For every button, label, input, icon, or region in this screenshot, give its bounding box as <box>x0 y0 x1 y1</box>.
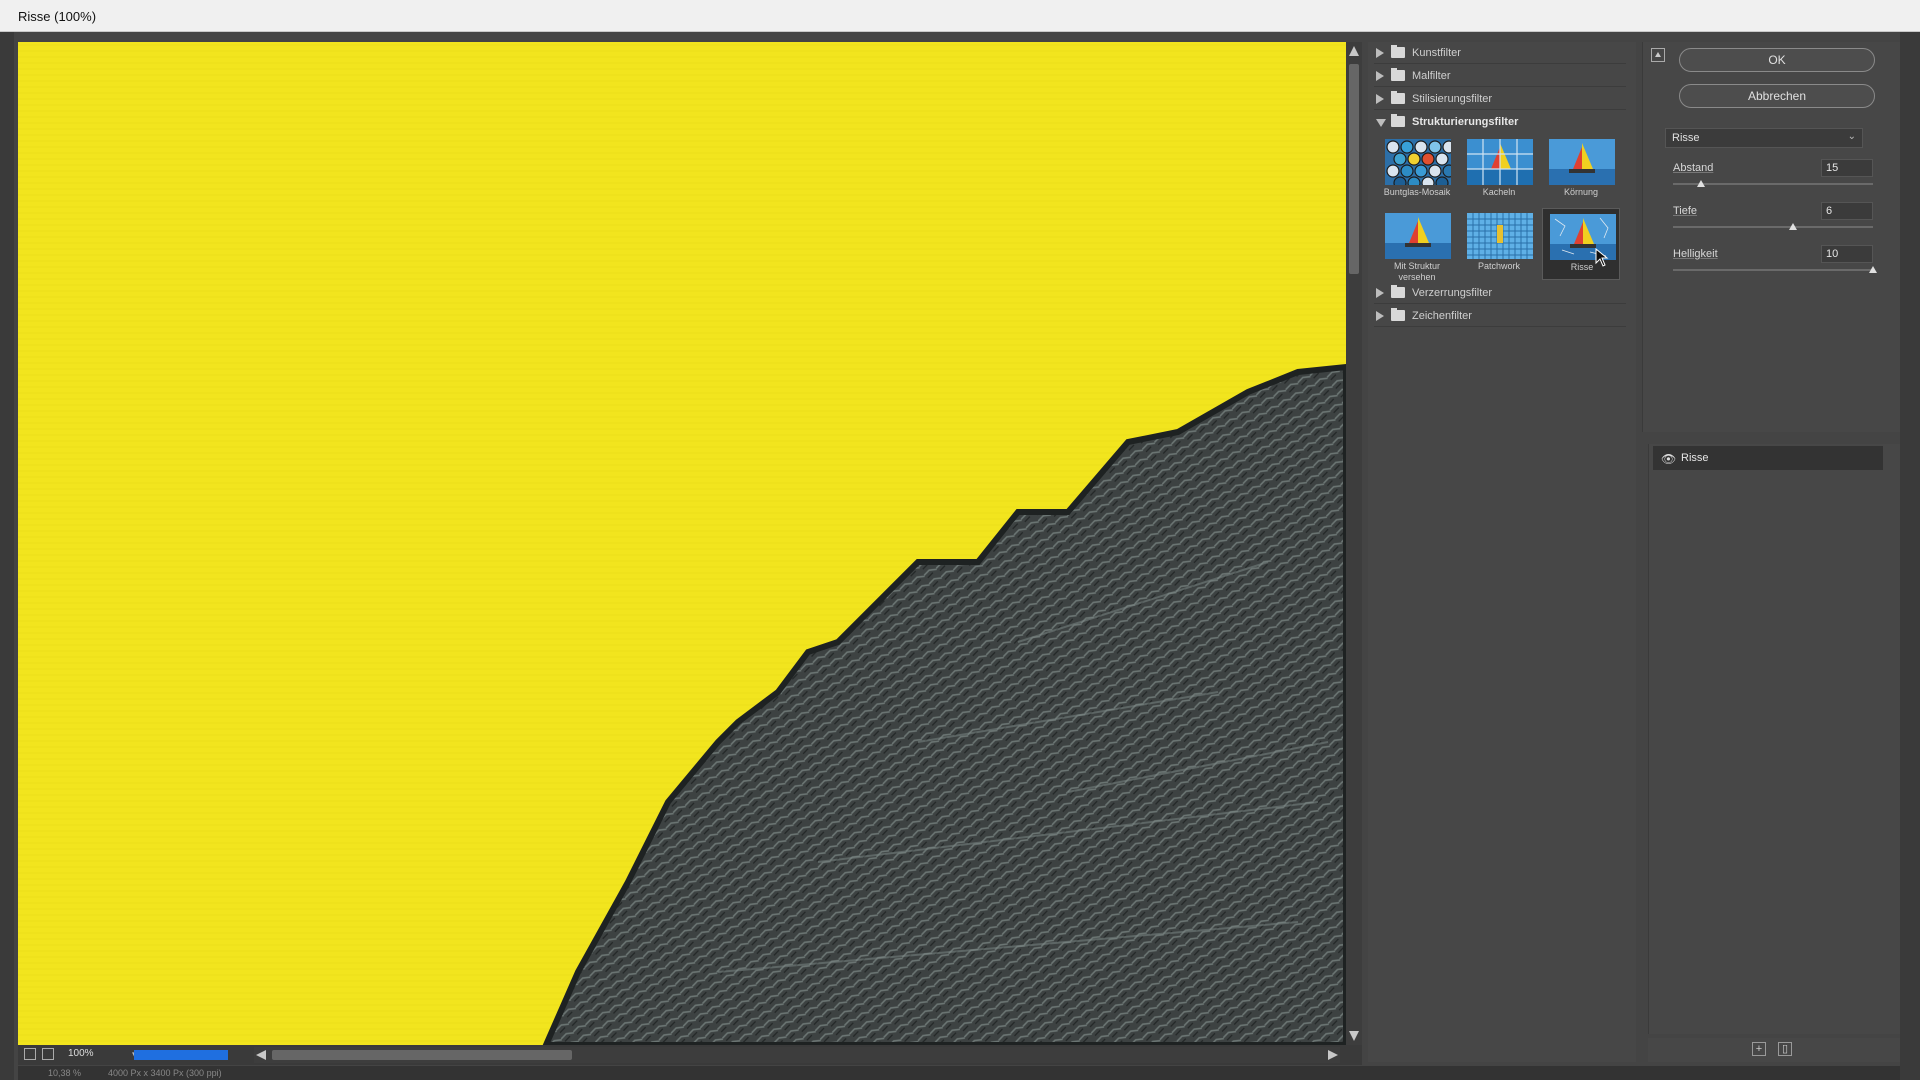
status-bar: 10,38 % 4000 Px x 3400 Px (300 ppi) <box>18 1066 1918 1080</box>
zoom-select[interactable]: 100% ▾ <box>68 1048 138 1062</box>
left-edge-strip <box>0 32 14 1080</box>
horizontal-scroll-thumb[interactable] <box>272 1050 572 1060</box>
preview-horizontal-scrollbar[interactable] <box>254 1047 1340 1063</box>
vertical-scroll-thumb[interactable] <box>1349 64 1359 274</box>
preview-artwork <box>18 42 1346 1045</box>
filter-type-select[interactable]: Risse ⌄ <box>1665 128 1863 148</box>
folder-icon <box>1391 91 1405 104</box>
category-verzerrungsfilter[interactable]: Verzerrungsfilter <box>1374 282 1626 304</box>
scroll-down-arrow-icon[interactable] <box>1349 1031 1359 1041</box>
expand-triangle-icon[interactable] <box>1376 48 1384 58</box>
filter-thumb-patchwork[interactable]: Patchwork <box>1460 208 1538 280</box>
param-abstand: Abstand 15 <box>1673 159 1883 202</box>
patchwork-thumbnail-icon <box>1467 213 1533 259</box>
right-edge-strip <box>1900 32 1920 1080</box>
stained-glass-thumbnail-icon <box>1385 139 1451 185</box>
param-value-input[interactable]: 6 <box>1821 202 1873 220</box>
thumbnail-label: Körnung <box>1563 187 1599 197</box>
filter-thumb-risse[interactable]: Risse <box>1542 208 1620 280</box>
trash-icon[interactable]: ▯ <box>1778 1042 1792 1056</box>
render-progress-bar <box>134 1050 228 1060</box>
expand-triangle-icon[interactable] <box>1376 288 1384 298</box>
param-label: Tiefe <box>1673 205 1698 217</box>
effect-layer-label: Risse <box>1681 452 1709 464</box>
param-slider-knob[interactable] <box>1789 223 1797 230</box>
filter-thumb-koernung[interactable]: Körnung <box>1542 134 1620 206</box>
param-tiefe: Tiefe 6 <box>1673 202 1883 245</box>
param-slider-track[interactable] <box>1673 226 1873 228</box>
filter-thumb-mit-struktur-versehen[interactable]: Mit Struktur versehen <box>1378 208 1456 282</box>
folder-icon <box>1391 308 1405 321</box>
zoom-in-icon[interactable] <box>42 1048 54 1060</box>
chevron-down-icon: ⌄ <box>1847 131 1856 142</box>
status-doc-size: 4000 Px x 3400 Px (300 ppi) <box>108 1068 222 1078</box>
folder-icon <box>1391 68 1405 81</box>
folder-icon <box>1391 45 1405 58</box>
category-label: Zeichenfilter <box>1412 310 1472 322</box>
window-title: Risse (100%) <box>18 9 97 24</box>
effect-layers-footer: + ▯ <box>1648 1038 1900 1062</box>
cancel-button[interactable]: Abbrechen <box>1679 84 1875 108</box>
filter-thumb-kacheln[interactable]: Kacheln <box>1460 134 1538 206</box>
category-stilisierungsfilter[interactable]: Stilisierungsfilter <box>1374 88 1626 110</box>
new-effect-layer-icon[interactable]: + <box>1752 1042 1766 1056</box>
param-label: Abstand <box>1673 162 1714 174</box>
texturizer-thumbnail-icon <box>1385 213 1451 259</box>
preview-vertical-scrollbar[interactable] <box>1346 42 1362 1045</box>
category-label: Verzerrungsfilter <box>1412 287 1493 299</box>
zoom-value: 100% <box>68 1048 94 1059</box>
image-preview[interactable] <box>18 42 1346 1045</box>
category-label: Kunstfilter <box>1412 47 1461 59</box>
expand-triangle-icon[interactable] <box>1376 311 1384 321</box>
filter-type-value: Risse <box>1672 132 1700 144</box>
category-zeichenfilter[interactable]: Zeichenfilter <box>1374 305 1626 327</box>
thumbnail-label: Risse <box>1570 262 1594 272</box>
thumbnail-label: Kacheln <box>1482 187 1516 197</box>
filter-settings-panel: OK Abbrechen Risse ⌄ Abstand 15 Tiefe 6 … <box>1642 42 1900 432</box>
param-slider-knob[interactable] <box>1869 266 1877 273</box>
category-label: Stilisierungsfilter <box>1412 93 1493 105</box>
category-label: Malfilter <box>1412 70 1451 82</box>
filter-gallery-panel: Kunstfilter Malfilter Stilisierungsfilte… <box>1368 42 1636 1062</box>
thumbnail-label: Buntglas-Mosaik <box>1383 187 1451 197</box>
scroll-up-arrow-icon[interactable] <box>1349 46 1359 56</box>
status-zoom: 10,38 % <box>48 1068 82 1078</box>
category-strukturierungsfilter[interactable]: Strukturierungsfilter <box>1374 111 1626 133</box>
thumbnail-label: Patchwork <box>1477 261 1521 271</box>
expand-triangle-icon[interactable] <box>1376 71 1384 81</box>
preview-bottom-bar: 100% ▾ <box>18 1045 1362 1065</box>
scroll-right-arrow-icon[interactable] <box>1328 1050 1338 1060</box>
filter-thumb-buntglas-mosaik[interactable]: Buntglas-Mosaik <box>1378 134 1456 206</box>
category-kunstfilter[interactable]: Kunstfilter <box>1374 42 1626 64</box>
scroll-left-arrow-icon[interactable] <box>256 1050 266 1060</box>
param-slider-knob[interactable] <box>1697 180 1705 187</box>
expand-triangle-icon[interactable] <box>1376 94 1384 104</box>
zoom-out-icon[interactable] <box>24 1048 36 1060</box>
mouse-pointer-icon <box>1595 248 1609 267</box>
window-titlebar: Risse (100%) <box>0 0 1920 32</box>
param-value-input[interactable]: 15 <box>1821 159 1873 177</box>
collapse-gallery-icon[interactable] <box>1651 48 1665 62</box>
folder-open-icon <box>1391 114 1405 127</box>
tiles-thumbnail-icon <box>1467 139 1533 185</box>
category-label: Strukturierungsfilter <box>1412 116 1519 128</box>
folder-icon <box>1391 285 1405 298</box>
thumbnail-label: Mit Struktur versehen <box>1393 261 1440 282</box>
collapse-triangle-icon[interactable] <box>1376 119 1386 127</box>
effect-layer-row[interactable]: 👁 Risse <box>1653 446 1883 470</box>
eye-icon[interactable]: 👁 <box>1661 452 1676 466</box>
param-value-input[interactable]: 10 <box>1821 245 1873 263</box>
effect-layers-panel: 👁 Risse <box>1648 444 1900 1034</box>
ok-button[interactable]: OK <box>1679 48 1875 72</box>
param-helligkeit: Helligkeit 10 <box>1673 245 1883 288</box>
param-slider-track[interactable] <box>1673 269 1873 271</box>
param-label: Helligkeit <box>1673 248 1718 260</box>
grain-thumbnail-icon <box>1549 139 1615 185</box>
category-malfilter[interactable]: Malfilter <box>1374 65 1626 87</box>
